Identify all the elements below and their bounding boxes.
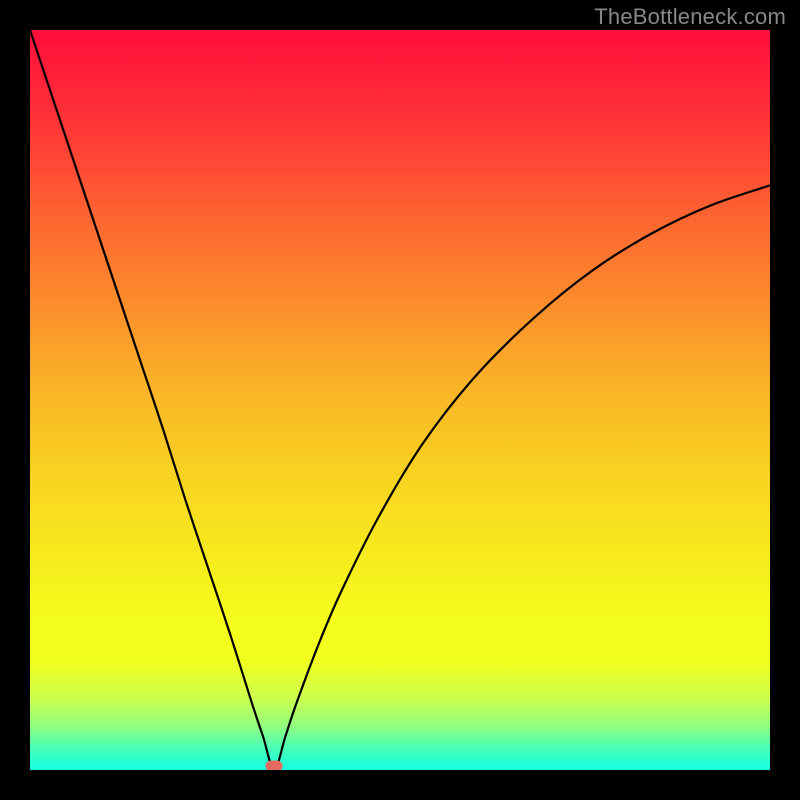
minimum-marker	[266, 761, 283, 771]
plot-area	[30, 30, 770, 770]
bottleneck-curve	[30, 30, 770, 770]
curve-path	[30, 30, 770, 770]
watermark-text: TheBottleneck.com	[594, 4, 786, 30]
chart-frame: TheBottleneck.com	[0, 0, 800, 800]
